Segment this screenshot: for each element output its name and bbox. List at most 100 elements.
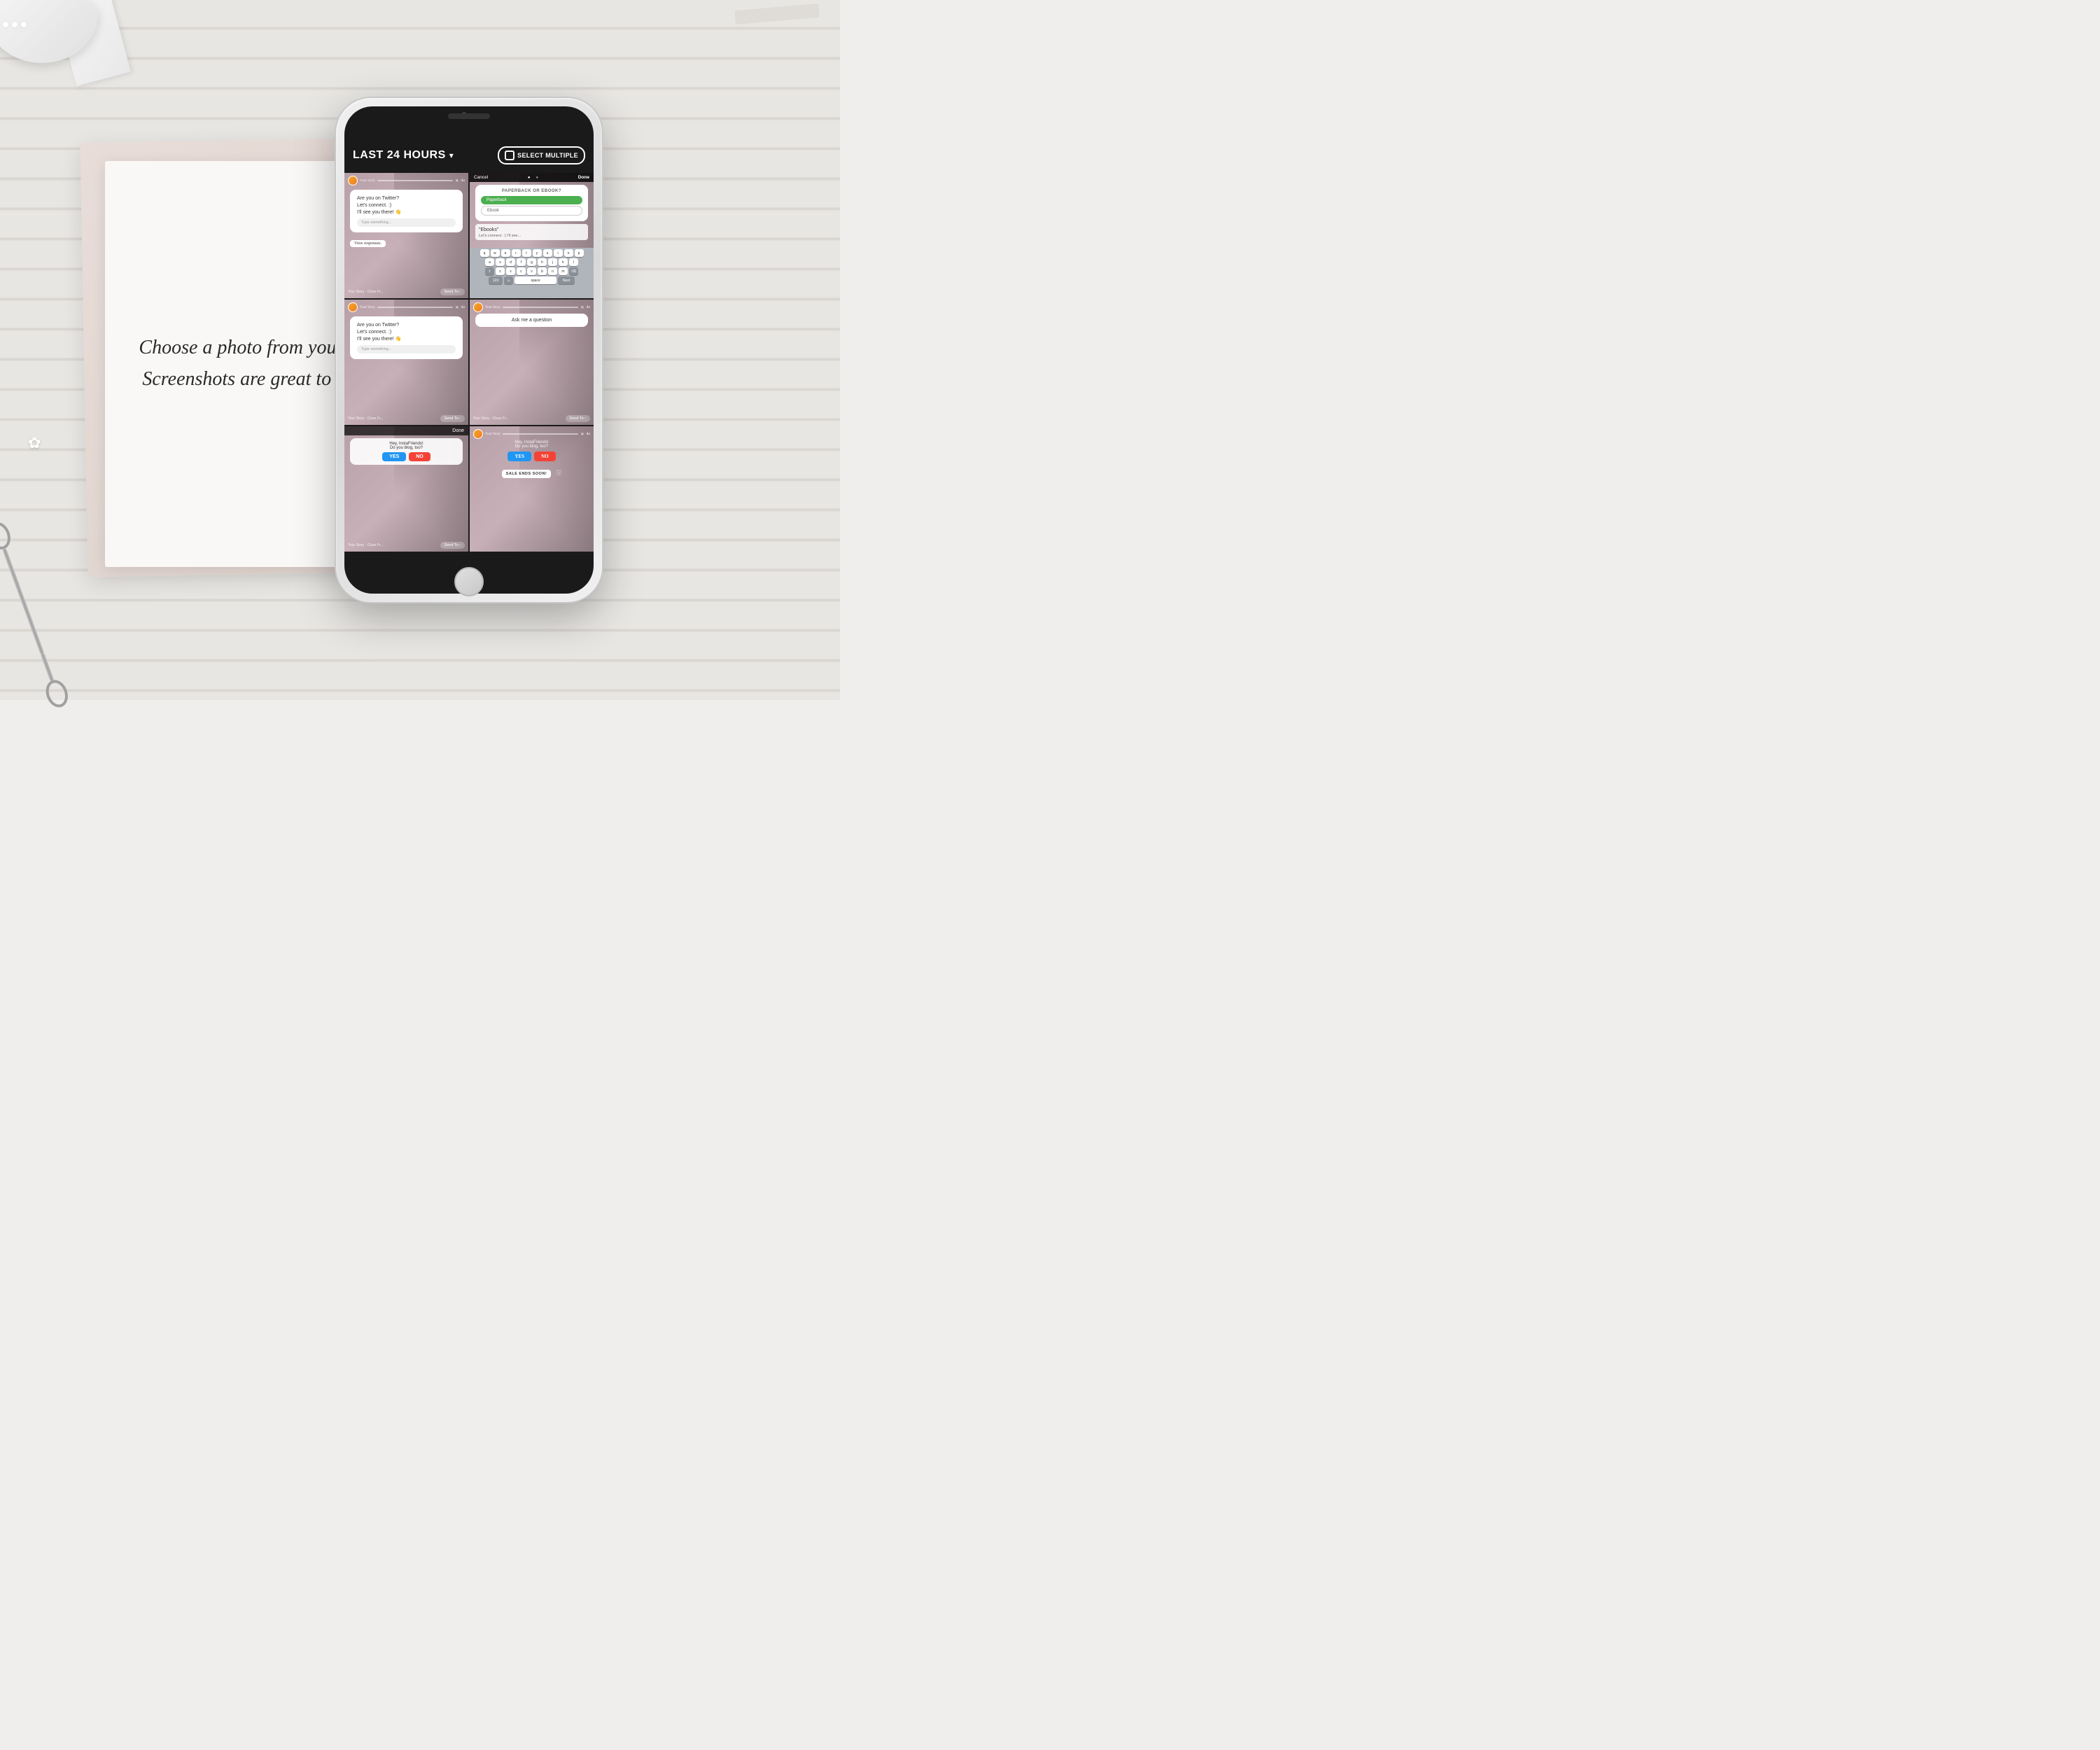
story-cell-4[interactable]: Your Story ✕ Aa Ask me a question [470, 300, 594, 425]
phone-screen: LAST 24 HOURS ▾ SELECT MULTIPLE [344, 106, 594, 594]
key-g[interactable]: g [527, 258, 536, 266]
poll-option-ebook[interactable]: Ebook [481, 206, 582, 216]
story-topbar-1: Your Story ✕ Aa [344, 173, 468, 187]
type-input-1[interactable]: Type something... [357, 218, 456, 227]
yes-button-6[interactable]: YES [507, 451, 531, 461]
progress-bar-1 [377, 180, 454, 181]
key-y[interactable]: y [533, 249, 542, 257]
progress-bar-4 [503, 307, 579, 308]
key-m[interactable]: m [559, 267, 568, 275]
key-e[interactable]: e [501, 249, 510, 257]
story-cell-1[interactable]: Your Story ✕ Aa Are you on Twitter?Let's… [344, 173, 468, 298]
send-to-bar-4: Your Story · Close Fr... Send To › [470, 415, 594, 422]
key-v[interactable]: v [527, 267, 536, 275]
connect-text: Let's connect. :) I'll see... [479, 234, 584, 238]
key-t[interactable]: t [522, 249, 531, 257]
key-a[interactable]: a [485, 258, 494, 266]
key-i[interactable]: i [554, 249, 563, 257]
flowers-decoration [0, 21, 35, 37]
key-l[interactable]: l [569, 258, 578, 266]
select-multiple-button[interactable]: SELECT MULTIPLE [498, 146, 585, 164]
key-b[interactable]: b [538, 267, 547, 275]
sale-badge: SALE ENDS SOON! [502, 470, 552, 478]
key-r[interactable]: r [512, 249, 521, 257]
send-to-bar-1: Your Story · Close Fr... Send To › [344, 288, 468, 295]
user-label-1: Your Story · Close Fr... [348, 290, 383, 294]
key-x[interactable]: x [506, 267, 515, 275]
key-delete[interactable]: ⌫ [569, 267, 578, 275]
question-text-3: Are you on Twitter?Let's connect. :)I'll… [357, 322, 456, 342]
story-topbar-4: Your Story ✕ Aa [470, 300, 594, 314]
view-responses-button[interactable]: View responses. [350, 240, 386, 247]
send-to-button-4[interactable]: Send To › [566, 415, 590, 422]
story-cell-6[interactable]: Your Story ✕ Aa Hey, InstaFriends!Do you… [470, 426, 594, 552]
key-d[interactable]: d [506, 258, 515, 266]
app-screen: LAST 24 HOURS ▾ SELECT MULTIPLE [344, 138, 594, 552]
no-button-5[interactable]: NO [409, 452, 430, 461]
key-next[interactable]: Next [558, 276, 575, 284]
story-label-1: Your Story [360, 179, 375, 183]
key-h[interactable]: h [538, 258, 547, 266]
story-cell-2[interactable]: Cancel ● ● Done PAPERBACK OR EBOOK? [470, 173, 594, 298]
done-button[interactable]: Done [578, 175, 589, 180]
story-cell-3[interactable]: Your Story ✕ Aa Are you on Twitter?Let's… [344, 300, 468, 425]
cancel-done-bar: Cancel ● ● Done [470, 173, 594, 182]
keyboard-row-1: q w e r t y u i o p [472, 249, 592, 257]
keyboard-row-2: a s d f g h j k l [472, 258, 592, 266]
yes-button-5[interactable]: YES [382, 452, 406, 461]
user-label-3: Your Story · Close Fr... [348, 416, 383, 421]
key-q[interactable]: q [480, 249, 489, 257]
info-icon[interactable]: ⓘ [556, 470, 561, 476]
ask-card: Ask me a question [475, 314, 588, 327]
key-j[interactable]: j [548, 258, 557, 266]
type-input-3[interactable]: Type something... [357, 345, 456, 354]
key-s[interactable]: s [496, 258, 505, 266]
story-content-1: Are you on Twitter?Let's connect. :)I'll… [344, 190, 468, 248]
header-title-group[interactable]: LAST 24 HOURS ▾ [353, 149, 454, 162]
key-n[interactable]: n [548, 267, 557, 275]
send-to-label-4: Send To › [570, 416, 586, 421]
send-to-button-5[interactable]: Send To › [440, 542, 465, 549]
key-w[interactable]: w [491, 249, 500, 257]
send-to-label-5: Send To › [444, 543, 461, 547]
phone-home-button[interactable] [454, 567, 484, 596]
user-label-4: Your Story · Close Fr... [473, 416, 508, 421]
key-123[interactable]: 123 [489, 276, 503, 284]
key-shift[interactable]: ⇧ [485, 267, 494, 275]
key-emoji[interactable]: ☺ [504, 276, 513, 284]
key-c[interactable]: c [517, 267, 526, 275]
key-space[interactable]: space [514, 276, 556, 284]
done-label[interactable]: Done [452, 428, 464, 433]
no-button-6[interactable]: NO [534, 451, 556, 461]
user-label-5: Your Story · Close Fr... [348, 543, 383, 547]
story-cell-5[interactable]: Done Hey, InstaFriends!Do you blog, too?… [344, 426, 468, 552]
key-f[interactable]: f [517, 258, 526, 266]
cancel-button[interactable]: Cancel [474, 175, 488, 180]
key-z[interactable]: z [496, 267, 505, 275]
key-o[interactable]: o [564, 249, 573, 257]
question-card-1: Are you on Twitter?Let's connect. :)I'll… [350, 190, 463, 232]
story-content-4: Ask me a question [470, 314, 594, 327]
blog-question-6: Hey, InstaFriends!Do you blog, too? [475, 440, 588, 449]
story-topbar-6: Your Story ✕ Aa [470, 426, 594, 440]
key-u[interactable]: u [543, 249, 552, 257]
keyboard[interactable]: q w e r t y u i o p [470, 248, 594, 298]
progress-bar-6 [503, 433, 579, 435]
key-p[interactable]: p [575, 249, 584, 257]
avatar-6 [473, 429, 483, 439]
send-to-button-3[interactable]: Send To › [440, 415, 465, 422]
question-card-3: Are you on Twitter?Let's connect. :)I'll… [350, 316, 463, 359]
stories-grid: Your Story ✕ Aa Are you on Twitter?Let's… [344, 173, 594, 552]
story-content-5: Hey, InstaFriends!Do you blog, too? YES … [344, 435, 468, 468]
phone-speaker [448, 113, 490, 119]
small-flower-decoration: ✿ [28, 434, 49, 455]
send-to-label-3: Send To › [444, 416, 461, 421]
header-title-text: LAST 24 HOURS [353, 149, 446, 162]
key-k[interactable]: k [559, 258, 568, 266]
ebooks-label: "Ebooks" [479, 227, 584, 232]
send-to-button-1[interactable]: Send To › [440, 288, 465, 295]
avatar-3 [348, 302, 358, 312]
story-label-4: Your Story [485, 306, 500, 309]
poll-option-paperback[interactable]: Paperback [481, 196, 582, 204]
phone-mockup: LAST 24 HOURS ▾ SELECT MULTIPLE [336, 98, 602, 602]
